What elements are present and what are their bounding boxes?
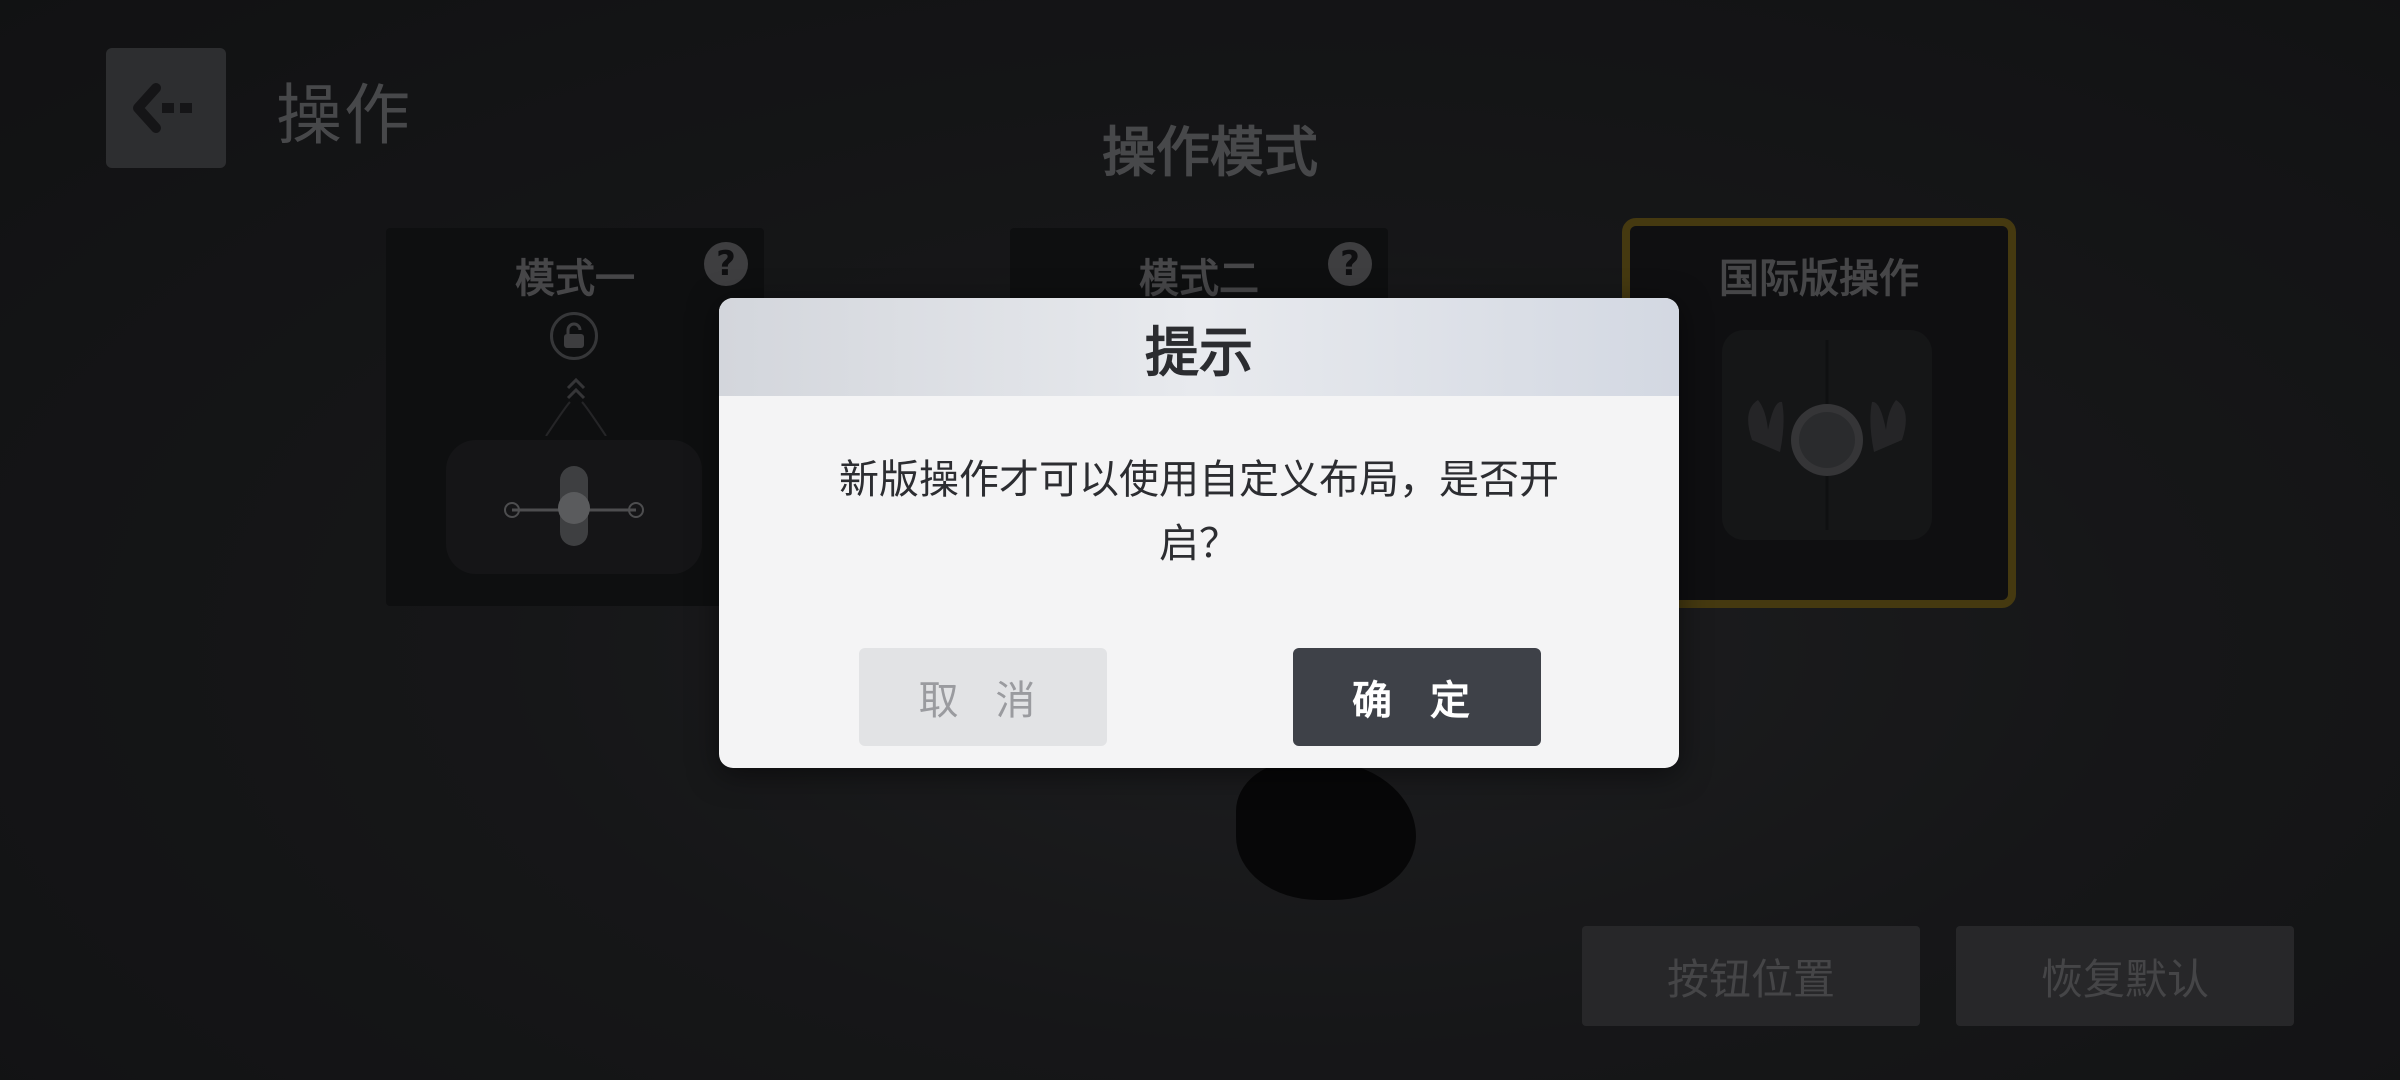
dialog-title: 提示 [1145, 320, 1253, 384]
dialog-message: 新版操作才可以使用自定义布局，是否开启？ [839, 457, 1559, 567]
confirm-button[interactable]: 确 定 [1293, 648, 1541, 746]
prompt-dialog: 提示 新版操作才可以使用自定义布局，是否开启？ 取 消 确 定 [719, 298, 1679, 768]
cancel-button[interactable]: 取 消 [859, 648, 1107, 746]
dialog-header: 提示 [719, 298, 1679, 396]
screen: 操作 操作模式 模式一 ? 模式二 [0, 0, 2400, 1080]
